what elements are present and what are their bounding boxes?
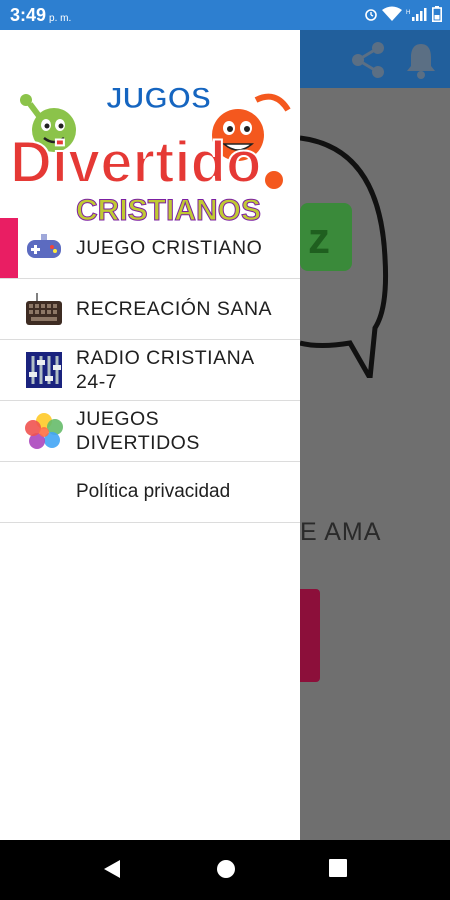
svg-text:H: H — [406, 10, 410, 16]
menu-label: JUEGO CRISTIANO — [76, 237, 263, 259]
recents-icon[interactable] — [328, 858, 348, 878]
menu-label: RADIO CRISTIANA 24-7 — [76, 346, 255, 394]
logo-line1: JUGOS — [106, 82, 211, 115]
menu-item-politica-privacidad[interactable]: Política privacidad — [0, 462, 300, 523]
menu-item-radio-cristiana[interactable]: RADIO CRISTIANA 24-7 — [0, 340, 300, 401]
menu-item-recreacion-sana[interactable]: RECREACIÓN SANA — [0, 279, 300, 340]
wifi-icon — [382, 6, 402, 21]
app-logo: JUGOS Divertido CRISTIANOS — [9, 82, 291, 228]
system-navigation-bar — [0, 840, 450, 900]
drawer-menu: JUEGO CRISTIANO RECREACIÓN SANA RADIO CR… — [0, 218, 300, 523]
share-icon[interactable] — [346, 39, 390, 81]
clock: 3:49 — [10, 5, 47, 25]
logo-line2: Divertido — [10, 130, 261, 195]
menu-label-line2: DIVERTIDOS — [76, 432, 200, 454]
app-bar-actions — [346, 39, 438, 81]
background-text: E AMA — [300, 518, 382, 546]
flower-icon — [25, 413, 63, 449]
status-icons: H — [364, 6, 442, 22]
gamepad-icon — [27, 234, 61, 258]
alarm-icon — [365, 9, 377, 21]
signal-icon: H — [406, 8, 427, 21]
battery-icon — [432, 6, 442, 22]
clock-period: p. m. — [49, 13, 72, 24]
home-icon[interactable] — [215, 858, 237, 880]
equalizer-icon — [26, 352, 62, 388]
menu-item-juegos-divertidos[interactable]: JUEGOS DIVERTIDOS — [0, 401, 300, 462]
menu-label: RECREACIÓN SANA — [76, 298, 273, 320]
navigation-drawer: JUGOS Divertido CRISTIANOS JUEGO CRISTIA… — [0, 30, 300, 840]
menu-label: JUEGOS DIVERTIDOS — [76, 407, 200, 455]
back-icon[interactable] — [102, 858, 122, 880]
menu-label-line1: JUEGOS — [76, 408, 160, 430]
menu-label-line2: 24-7 — [76, 371, 118, 393]
notifications-icon[interactable] — [404, 39, 438, 81]
menu-label: Política privacidad — [76, 481, 231, 502]
svg-text:z: z — [308, 214, 330, 263]
menu-item-juego-cristiano[interactable]: JUEGO CRISTIANO — [0, 218, 300, 279]
background-button — [300, 589, 320, 682]
chat-bubble-logo: z — [300, 135, 389, 378]
menu-label-line1: RADIO CRISTIANA — [76, 347, 255, 369]
status-time: 3:49 p. m. — [10, 5, 71, 26]
status-bar: 3:49 p. m. H — [0, 0, 450, 30]
keyboard-icon — [26, 293, 62, 325]
